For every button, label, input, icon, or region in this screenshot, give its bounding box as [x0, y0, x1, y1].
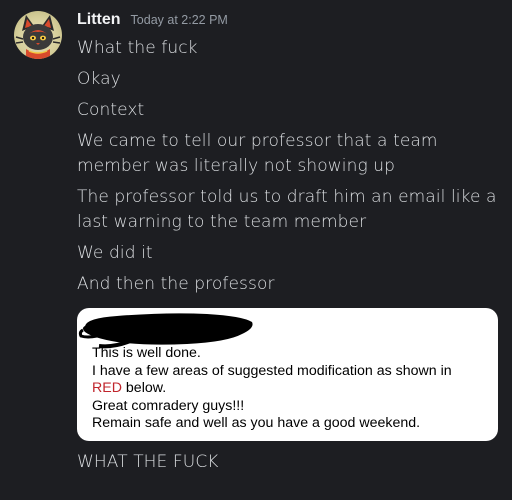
message-line-final: WHAT THE FUCK: [77, 452, 219, 472]
message-line: The professor told us to draft him an em…: [77, 187, 497, 232]
message-line: We came to tell our professor that a tea…: [77, 131, 438, 176]
message-list: What the fuck Okay Context We came to te…: [77, 36, 497, 303]
email-line: I have a few areas of suggested modifica…: [92, 362, 452, 379]
email-line: This is well done.: [92, 345, 201, 361]
username[interactable]: Litten: [77, 11, 121, 29]
red-word: RED: [92, 380, 122, 397]
message-line: We did it: [77, 243, 153, 263]
message-header: Litten Today at 2:22 PM: [77, 11, 228, 31]
email-line: RED below.: [92, 380, 452, 398]
email-text: This is well done. I have a few areas of…: [92, 345, 452, 433]
timestamp[interactable]: Today at 2:22 PM: [131, 13, 228, 27]
message-line: Okay: [77, 69, 121, 89]
email-line-rest: below.: [121, 380, 167, 397]
message-line: What the fuck: [77, 38, 198, 58]
litten-cat-avatar-icon: [15, 15, 61, 59]
image-attachment[interactable]: This is well done. I have a few areas of…: [77, 308, 498, 441]
email-line: Remain safe and well as you have a good …: [92, 415, 421, 432]
avatar[interactable]: [14, 11, 62, 59]
email-line: Great comradery guys!!!: [92, 397, 245, 414]
message-line: And then the professor: [77, 274, 275, 294]
message-line: Context: [77, 100, 145, 120]
